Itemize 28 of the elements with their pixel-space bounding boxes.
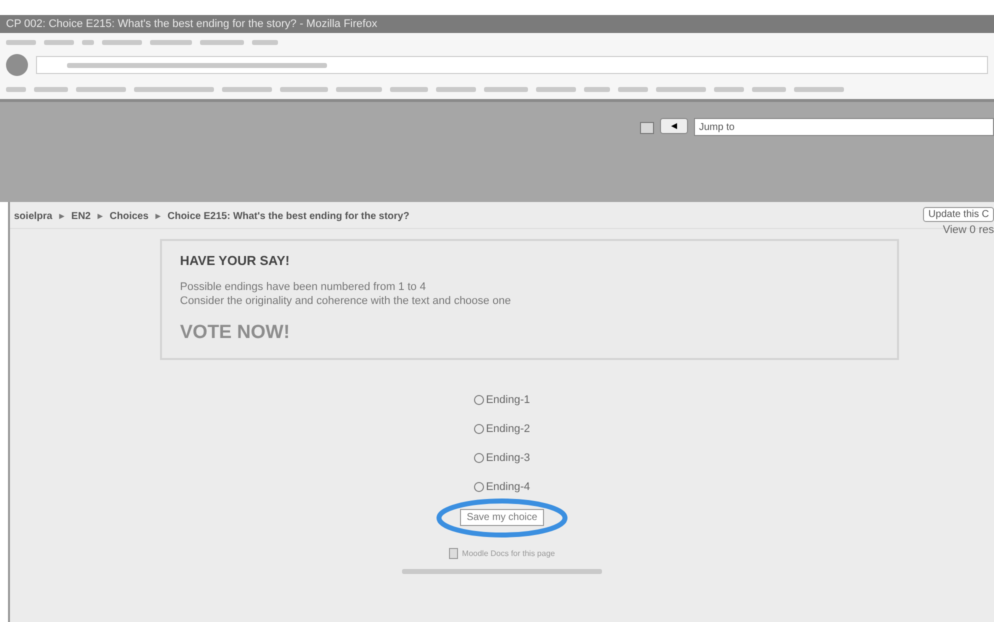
intro-text: Possible endings have been numbered from 1 to 4 [180,280,427,294]
breadcrumb-link[interactable]: EN2 [71,211,91,222]
save-choice-button[interactable]: Save my choice [460,509,544,526]
back-button[interactable] [6,54,28,76]
radio-icon[interactable] [474,424,484,434]
intro-heading: HAVE YOUR SAY! [180,253,291,268]
breadcrumb-separator: ► [96,211,105,221]
breadcrumb-link[interactable]: soielpra [14,211,52,222]
ending-option[interactable]: Ending-1 [474,394,530,406]
breadcrumb-link[interactable]: Choice E215: What's the best ending for the story? [167,211,410,222]
intro-text: Consider the originality and coherence with the text and choose one [180,294,512,308]
breadcrumb-link[interactable]: Choices [110,211,149,222]
ending-option[interactable]: Ending-3 [474,452,530,464]
window-title: CP 002: Choice E215: What's the best ending for the story? - Mozilla Firefox [0,15,994,33]
radio-icon[interactable] [474,453,484,463]
jump-to-select[interactable]: Jump to [694,118,994,136]
radio-icon[interactable] [474,395,484,405]
ending-option[interactable]: Ending-2 [474,423,530,435]
radio-icon[interactable] [474,482,484,492]
ending-option[interactable]: Ending-4 [474,481,530,493]
page-icon [640,122,654,134]
jump-button[interactable]: ◄ [660,118,688,134]
view-responses-link[interactable]: View 0 res [942,224,994,236]
breadcrumb-separator: ► [57,211,66,221]
update-button[interactable]: Update this C [923,206,994,222]
document-icon [449,548,458,559]
breadcrumb-separator: ► [154,211,162,221]
vote-heading: VOTE NOW! [180,322,291,344]
